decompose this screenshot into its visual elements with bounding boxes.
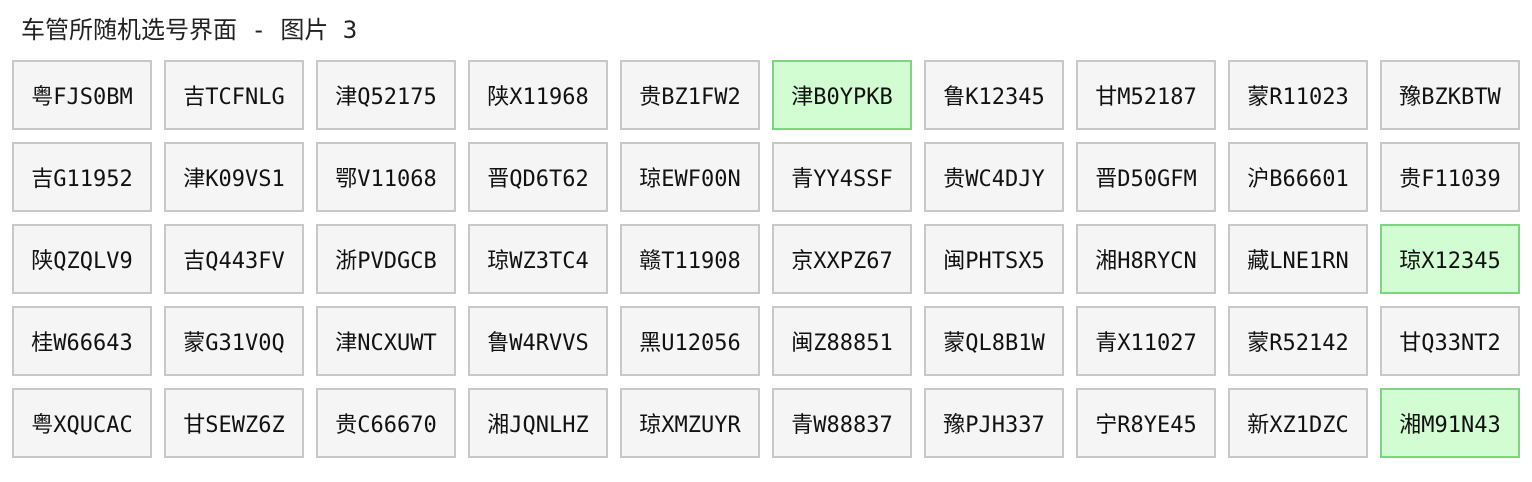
plate-option[interactable]: 蒙QL8B1W xyxy=(924,306,1064,376)
plate-option[interactable]: 贵C66670 xyxy=(316,388,456,458)
plate-option[interactable]: 津Q52175 xyxy=(316,60,456,130)
plate-option[interactable]: 甘M52187 xyxy=(1076,60,1216,130)
plate-option[interactable]: 新XZ1DZC xyxy=(1228,388,1368,458)
plate-option-selected[interactable]: 湘M91N43 xyxy=(1380,388,1520,458)
plate-option[interactable]: 青YY4SSF xyxy=(772,142,912,212)
plate-option[interactable]: 黑U12056 xyxy=(620,306,760,376)
plate-option[interactable]: 鲁K12345 xyxy=(924,60,1064,130)
plate-option[interactable]: 琼XMZUYR xyxy=(620,388,760,458)
plate-option[interactable]: 贵BZ1FW2 xyxy=(620,60,760,130)
plate-grid: 粤FJS0BM 吉TCFNLG 津Q52175 陕X11968 贵BZ1FW2 津B0YP… xyxy=(12,60,1520,458)
plate-option[interactable]: 琼EWF00N xyxy=(620,142,760,212)
plate-option[interactable]: 闽PHTSX5 xyxy=(924,224,1064,294)
plate-option[interactable]: 鄂V11068 xyxy=(316,142,456,212)
plate-option[interactable]: 琼WZ3TC4 xyxy=(468,224,608,294)
plate-option[interactable]: 晋QD6T62 xyxy=(468,142,608,212)
plate-option[interactable]: 陕QZQLV9 xyxy=(12,224,152,294)
plate-option[interactable]: 赣T11908 xyxy=(620,224,760,294)
plate-option[interactable]: 青W88837 xyxy=(772,388,912,458)
plate-option[interactable]: 吉G11952 xyxy=(12,142,152,212)
plate-option[interactable]: 藏LNE1RN xyxy=(1228,224,1368,294)
plate-option[interactable]: 蒙G31V0Q xyxy=(164,306,304,376)
plate-option[interactable]: 沪B66601 xyxy=(1228,142,1368,212)
plate-option[interactable]: 湘H8RYCN xyxy=(1076,224,1216,294)
plate-option[interactable]: 陕X11968 xyxy=(468,60,608,130)
page-title: 车管所随机选号界面 - 图片 3 xyxy=(21,16,358,44)
plate-option[interactable]: 贵WC4DJY xyxy=(924,142,1064,212)
plate-option[interactable]: 吉TCFNLG xyxy=(164,60,304,130)
plate-option[interactable]: 蒙R52142 xyxy=(1228,306,1368,376)
plate-option[interactable]: 蒙R11023 xyxy=(1228,60,1368,130)
plate-option[interactable]: 浙PVDGCB xyxy=(316,224,456,294)
plate-option[interactable]: 津K09VS1 xyxy=(164,142,304,212)
plate-option[interactable]: 甘SEWZ6Z xyxy=(164,388,304,458)
plate-option[interactable]: 鲁W4RVVS xyxy=(468,306,608,376)
plate-option[interactable]: 晋D50GFM xyxy=(1076,142,1216,212)
plate-option[interactable]: 津NCXUWT xyxy=(316,306,456,376)
plate-option[interactable]: 京XXPZ67 xyxy=(772,224,912,294)
plate-option[interactable]: 湘JQNLHZ xyxy=(468,388,608,458)
plate-option[interactable]: 桂W66643 xyxy=(12,306,152,376)
plate-option[interactable]: 吉Q443FV xyxy=(164,224,304,294)
plate-option[interactable]: 青X11027 xyxy=(1076,306,1216,376)
plate-option[interactable]: 豫PJH337 xyxy=(924,388,1064,458)
plate-option[interactable]: 甘Q33NT2 xyxy=(1380,306,1520,376)
plate-option[interactable]: 闽Z88851 xyxy=(772,306,912,376)
plate-option[interactable]: 粤FJS0BM xyxy=(12,60,152,130)
plate-option-selected[interactable]: 琼X12345 xyxy=(1380,224,1520,294)
plate-option[interactable]: 豫BZKBTW xyxy=(1380,60,1520,130)
plate-option-selected[interactable]: 津B0YPKB xyxy=(772,60,912,130)
plate-option[interactable]: 宁R8YE45 xyxy=(1076,388,1216,458)
plate-option[interactable]: 粤XQUCAC xyxy=(12,388,152,458)
plate-option[interactable]: 贵F11039 xyxy=(1380,142,1520,212)
